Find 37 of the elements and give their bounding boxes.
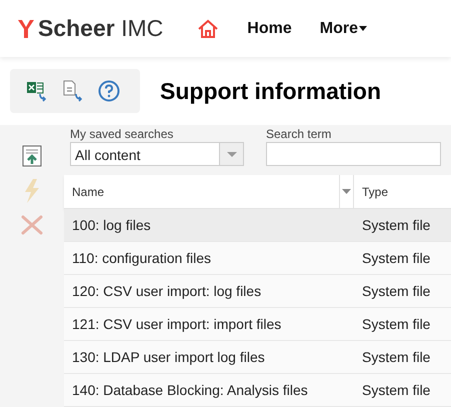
saved-searches-dropdown[interactable]: All content [70,142,244,166]
table-cell-text: System file [361,216,430,235]
sort-icon[interactable] [342,189,351,194]
page-title: Support information [160,76,382,106]
table-row[interactable]: 110: configuration files System file [64,242,451,275]
more-menu[interactable]: More [320,16,367,40]
logo-icon [18,20,34,38]
table-cell-text: 110: configuration files [71,248,212,268]
table-row[interactable]: 121: CSV user import: import files System file [64,308,451,341]
table-row[interactable]: 130: LDAP user import log files System file [64,341,451,374]
table-cell-text: System file [361,282,430,301]
table-cell-text: 130: LDAP user import log files [71,348,266,367]
table-row[interactable]: 140: Database Blocking: Analysis files System file [64,374,451,407]
field-label: Search term [266,128,332,140]
table-cell-text: 120: CSV user import: log files [71,282,262,301]
export-icon[interactable] [22,145,42,167]
column-header[interactable]: Type [362,182,388,200]
table-cell-text: 121: CSV user import: import files [71,314,282,334]
home-icon[interactable] [197,18,220,38]
table-row[interactable]: 100: log files System file [64,209,451,242]
column-header[interactable]: Name [72,182,104,200]
table-cell-text: System file [361,248,430,268]
field-label: My saved searches [70,128,174,140]
search-field[interactable] [266,142,441,166]
table-cell-text: 100: log files [71,216,152,235]
table-cell-text: System file [361,348,430,367]
table-row[interactable]: 120: CSV user import: log files System file [64,275,451,308]
excel-export-icon[interactable] [26,80,48,102]
table-cell-text: 140: Database Blocking: Analysis files [71,380,309,400]
text-export-icon[interactable] [62,80,84,102]
caret-icon [358,26,367,31]
table-cell-text: System file [361,380,430,400]
nav-link[interactable]: Home [247,16,292,40]
help-icon[interactable] [98,80,120,102]
caret-icon [226,152,236,156]
table-cell-text: System file [361,314,430,334]
brand-name: Scheer IMC [38,14,164,44]
